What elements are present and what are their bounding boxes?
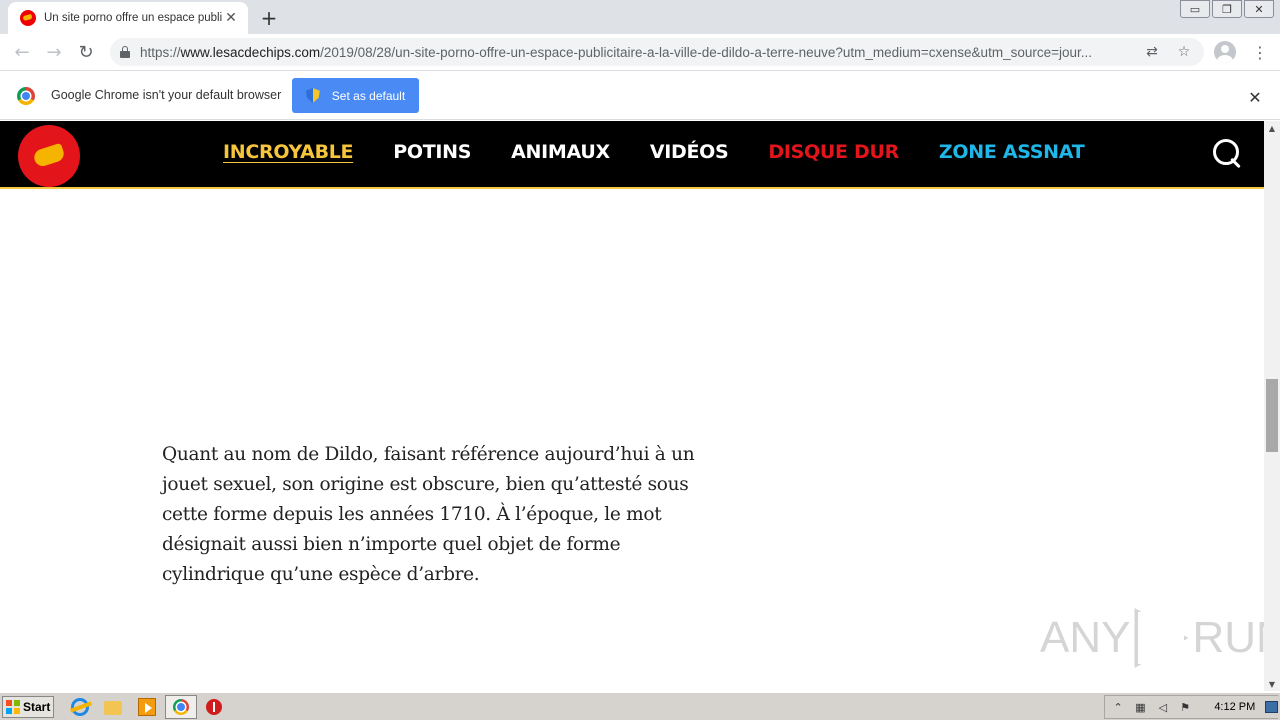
tab-strip: Un site porno offre un espace publicitai… bbox=[0, 0, 1280, 34]
scroll-down-arrow-icon[interactable]: ▼ bbox=[1264, 677, 1280, 691]
browser-tab-active[interactable]: Un site porno offre un espace publicitai… bbox=[8, 2, 248, 34]
bookmark-star-icon[interactable]: ☆ bbox=[1174, 42, 1194, 62]
forward-button[interactable]: → bbox=[38, 36, 70, 68]
set-as-default-button[interactable]: Set as default bbox=[292, 78, 419, 113]
page-scrollbar[interactable]: ▲ ▼ bbox=[1264, 121, 1280, 691]
start-button[interactable]: Start bbox=[2, 696, 54, 718]
url-host: www.lesacdechips.com bbox=[180, 44, 321, 60]
window-controls: ▭ ❐ ✕ bbox=[1178, 0, 1274, 18]
internet-explorer-icon[interactable] bbox=[71, 698, 89, 716]
url-path: /2019/08/28/un-site-porno-offre-un-espac… bbox=[320, 44, 1092, 60]
main-nav: INCROYABLE POTINS ANIMAUX VIDÉOS DISQUE … bbox=[223, 141, 1124, 163]
restore-button[interactable]: ❐ bbox=[1212, 0, 1242, 18]
file-explorer-icon[interactable] bbox=[104, 701, 122, 715]
profile-avatar-icon[interactable] bbox=[1214, 41, 1236, 63]
url-text[interactable]: https://www.lesacdechips.com/2019/08/28/… bbox=[140, 45, 1130, 60]
nav-item-disque-dur[interactable]: DISQUE DUR bbox=[768, 141, 899, 163]
uac-shield-icon bbox=[305, 88, 320, 103]
tab-title: Un site porno offre un espace publicitai… bbox=[44, 12, 222, 24]
chrome-taskbar-button[interactable] bbox=[165, 695, 197, 719]
network-icon[interactable]: ▦ bbox=[1133, 699, 1147, 715]
system-tray: ⌃ ▦ ◁ ⚑ 4:12 PM bbox=[1104, 695, 1279, 719]
chrome-logo-icon bbox=[17, 87, 35, 105]
infobar-close-icon[interactable]: ✕ bbox=[1244, 86, 1266, 108]
new-tab-button[interactable]: + bbox=[256, 6, 282, 30]
article-paragraph: Quant au nom de Dildo, faisant référence… bbox=[162, 444, 695, 585]
nav-item-videos[interactable]: VIDÉOS bbox=[650, 141, 729, 163]
lock-icon[interactable] bbox=[120, 46, 130, 58]
start-label: Start bbox=[23, 700, 51, 714]
url-scheme: https:// bbox=[140, 44, 181, 60]
show-desktop-icon[interactable] bbox=[1265, 701, 1279, 713]
chrome-icon bbox=[173, 699, 189, 715]
search-icon[interactable] bbox=[1213, 139, 1243, 169]
close-window-button[interactable]: ✕ bbox=[1244, 0, 1274, 18]
play-triangle-icon bbox=[1134, 608, 1189, 668]
minimize-button[interactable]: ▭ bbox=[1180, 0, 1210, 18]
nav-item-zone-assnat[interactable]: ZONE ASSNAT bbox=[939, 141, 1085, 163]
translate-icon[interactable]: ⇄ bbox=[1142, 42, 1162, 62]
taskbar-clock[interactable]: 4:12 PM bbox=[1214, 701, 1255, 713]
antivirus-stop-icon[interactable] bbox=[206, 699, 222, 715]
chrome-menu-icon[interactable]: ⋮ bbox=[1250, 38, 1270, 66]
windows-flag-icon bbox=[6, 700, 20, 714]
anyrun-watermark: ANY RUN bbox=[1040, 608, 1280, 668]
site-favicon-icon bbox=[20, 10, 36, 26]
action-center-flag-icon[interactable]: ⚑ bbox=[1178, 699, 1192, 715]
set-as-default-label: Set as default bbox=[331, 88, 406, 103]
windows-taskbar: Start ⌃ ▦ ◁ ⚑ 4:12 PM bbox=[0, 692, 1280, 720]
nav-item-incroyable[interactable]: INCROYABLE bbox=[223, 141, 354, 163]
address-bar[interactable]: https://www.lesacdechips.com/2019/08/28/… bbox=[110, 38, 1204, 66]
reload-button[interactable]: ↻ bbox=[70, 36, 102, 68]
default-browser-infobar: Google Chrome isn't your default browser… bbox=[0, 72, 1280, 120]
site-logo-icon[interactable] bbox=[20, 127, 78, 185]
tab-close-icon[interactable]: ✕ bbox=[222, 9, 240, 27]
watermark-left: ANY bbox=[1040, 613, 1131, 662]
infobar-message: Google Chrome isn't your default browser bbox=[51, 88, 282, 102]
scrollbar-thumb[interactable] bbox=[1266, 378, 1278, 452]
scroll-up-arrow-icon[interactable]: ▲ bbox=[1264, 121, 1280, 135]
site-header: INCROYABLE POTINS ANIMAUX VIDÉOS DISQUE … bbox=[0, 121, 1264, 189]
tray-expand-icon[interactable]: ⌃ bbox=[1111, 699, 1125, 715]
media-player-icon[interactable] bbox=[138, 698, 156, 716]
volume-icon[interactable]: ◁ bbox=[1156, 699, 1170, 715]
nav-item-potins[interactable]: POTINS bbox=[393, 141, 471, 163]
browser-toolbar: ← → ↻ https://www.lesacdechips.com/2019/… bbox=[0, 34, 1280, 71]
back-button[interactable]: ← bbox=[6, 36, 38, 68]
nav-item-animaux[interactable]: ANIMAUX bbox=[511, 141, 610, 163]
